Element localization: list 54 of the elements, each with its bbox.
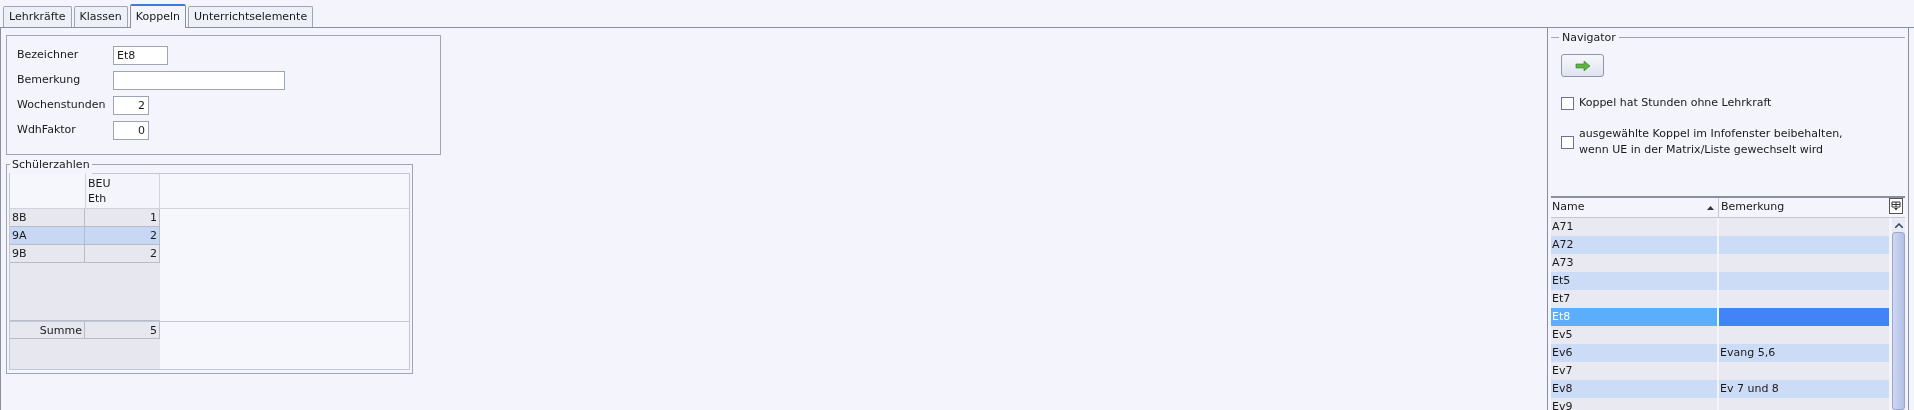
list-cell[interactable]: [1719, 362, 1889, 380]
list-cell[interactable]: Ev8: [1551, 380, 1717, 398]
list-cell[interactable]: Ev7: [1551, 362, 1717, 380]
row-header[interactable]: 9A: [10, 227, 85, 245]
list-cell[interactable]: Ev5: [1551, 326, 1717, 344]
list-cell[interactable]: [1719, 326, 1889, 344]
field-label: Bemerkung: [17, 71, 82, 88]
list-cell[interactable]: Ev 7 und 8: [1719, 380, 1889, 398]
list-cell[interactable]: Evang 5,6: [1719, 344, 1889, 362]
field-label: Bezeichner: [17, 46, 80, 63]
list-cell[interactable]: A72: [1551, 236, 1717, 254]
row-header[interactable]: 8B: [10, 209, 85, 227]
input-field[interactable]: Et8: [113, 45, 168, 65]
list-cell[interactable]: [1719, 218, 1889, 236]
checkbox[interactable]: [1561, 96, 1574, 110]
checkbox[interactable]: [1561, 135, 1574, 149]
tab[interactable]: Koppeln: [129, 4, 186, 28]
field-label: Wochenstunden: [17, 96, 107, 113]
total-label: Summe: [10, 322, 85, 339]
group-title: Schülerzahlen: [10, 157, 92, 174]
table-cell: 1: [85, 209, 160, 227]
row-header[interactable]: 9B: [10, 245, 85, 263]
list-cell[interactable]: [1719, 308, 1889, 326]
list-cell[interactable]: Ev9: [1551, 398, 1717, 410]
column-header[interactable]: Bemerkung: [1719, 198, 1887, 217]
list-cell[interactable]: Et5: [1551, 272, 1717, 290]
list-cell[interactable]: [1719, 254, 1889, 272]
scroll-up-icon[interactable]: [1894, 222, 1903, 228]
input-field[interactable]: 0: [113, 120, 149, 140]
tab[interactable]: Klassen: [73, 6, 128, 27]
table-cell: 2: [85, 227, 160, 245]
checkbox-label: Koppel hat Stunden ohne Lehrkraft: [1579, 95, 1772, 111]
total-cell: 5: [85, 322, 160, 339]
list-cell[interactable]: A71: [1551, 218, 1717, 236]
checkbox-label: ausgewählte Koppel im Infofenster beibehalten, wenn UE in der Matrix/Liste gewechselt wird: [1579, 126, 1843, 158]
column-header[interactable]: Name: [1551, 198, 1719, 217]
arrow-right-icon: [1574, 60, 1591, 71]
tab[interactable]: Unterrichtselemente: [187, 6, 314, 27]
list-cell[interactable]: [1719, 272, 1889, 290]
field-label: WdhFaktor: [17, 121, 77, 138]
tab[interactable]: Lehrkräfte: [3, 6, 72, 27]
input-field[interactable]: [113, 70, 285, 90]
sort-ascending-icon: [1707, 205, 1714, 210]
column-header: BEU Eth: [85, 174, 160, 208]
scrollbar[interactable]: [1892, 218, 1905, 410]
list-cell[interactable]: Ev6: [1551, 344, 1717, 362]
forward-button[interactable]: [1561, 54, 1604, 77]
list-cell[interactable]: Et7: [1551, 290, 1717, 308]
list-cell[interactable]: A73: [1551, 254, 1717, 272]
input-field[interactable]: 2: [113, 95, 149, 115]
list-cell[interactable]: [1719, 290, 1889, 308]
column-chooser-button[interactable]: [1889, 198, 1903, 214]
list-cell[interactable]: [1719, 236, 1889, 254]
table-cell: 2: [85, 245, 160, 263]
